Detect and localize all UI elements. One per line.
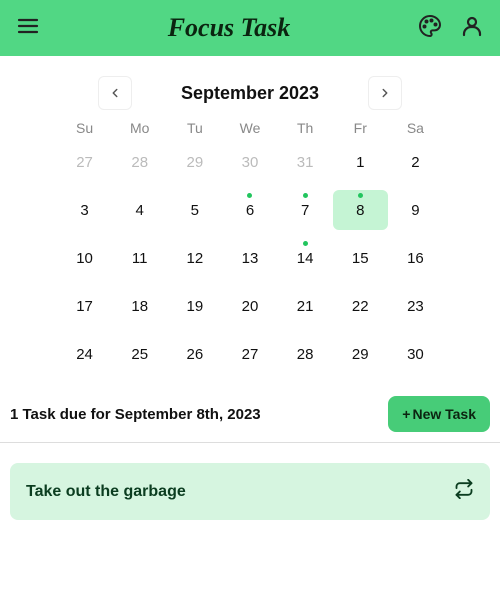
calendar-day[interactable]: 8 (333, 190, 388, 230)
plus-icon: + (402, 406, 410, 422)
calendar-day[interactable]: 7 (278, 190, 333, 230)
calendar-day[interactable]: 21 (278, 286, 333, 326)
calendar-day[interactable]: 5 (167, 190, 222, 230)
app-title: Focus Task (40, 13, 418, 43)
calendar-day[interactable]: 16 (388, 238, 443, 278)
calendar-day[interactable]: 27 (222, 334, 277, 374)
prev-month-button[interactable] (98, 76, 132, 110)
task-indicator-dot (303, 193, 308, 198)
weekday-label: Su (57, 120, 112, 136)
task-indicator-dot (303, 241, 308, 246)
task-list: Take out the garbage (0, 463, 500, 520)
calendar-day[interactable]: 1 (333, 142, 388, 182)
calendar-day[interactable]: 19 (167, 286, 222, 326)
calendar-day[interactable]: 23 (388, 286, 443, 326)
calendar-day[interactable]: 18 (112, 286, 167, 326)
calendar-day[interactable]: 22 (333, 286, 388, 326)
calendar-grid: 2728293031123456789101112131415161718192… (57, 142, 443, 374)
menu-icon[interactable] (16, 14, 40, 43)
weekday-label: Th (278, 120, 333, 136)
task-title: Take out the garbage (26, 483, 186, 501)
calendar-day[interactable]: 10 (57, 238, 112, 278)
calendar-day[interactable]: 2 (388, 142, 443, 182)
calendar-day[interactable]: 3 (57, 190, 112, 230)
calendar-day[interactable]: 14 (278, 238, 333, 278)
calendar-day[interactable]: 20 (222, 286, 277, 326)
task-indicator-dot (247, 193, 252, 198)
theme-icon[interactable] (418, 14, 442, 43)
weekday-label: We (222, 120, 277, 136)
calendar-day[interactable]: 30 (222, 142, 277, 182)
calendar: September 2023 SuMoTuWeThFrSa 2728293031… (57, 66, 443, 374)
calendar-day[interactable]: 15 (333, 238, 388, 278)
calendar-day[interactable]: 17 (57, 286, 112, 326)
calendar-day[interactable]: 29 (167, 142, 222, 182)
calendar-day[interactable]: 30 (388, 334, 443, 374)
calendar-day[interactable]: 12 (167, 238, 222, 278)
weekday-label: Tu (167, 120, 222, 136)
calendar-day[interactable]: 6 (222, 190, 277, 230)
calendar-day[interactable]: 31 (278, 142, 333, 182)
calendar-day[interactable]: 29 (333, 334, 388, 374)
calendar-day[interactable]: 28 (278, 334, 333, 374)
calendar-day[interactable]: 25 (112, 334, 167, 374)
calendar-day[interactable]: 13 (222, 238, 277, 278)
weekday-label: Mo (112, 120, 167, 136)
calendar-day[interactable]: 27 (57, 142, 112, 182)
calendar-day[interactable]: 24 (57, 334, 112, 374)
task-count-label: 1 Task due for September 8th, 2023 (10, 406, 261, 423)
calendar-day[interactable]: 11 (112, 238, 167, 278)
new-task-label: New Task (412, 406, 476, 422)
task-item[interactable]: Take out the garbage (10, 463, 490, 520)
month-label: September 2023 (150, 83, 350, 104)
task-indicator-dot (358, 193, 363, 198)
new-task-button[interactable]: + New Task (388, 396, 490, 432)
calendar-day[interactable]: 26 (167, 334, 222, 374)
weekday-label: Sa (388, 120, 443, 136)
calendar-day[interactable]: 9 (388, 190, 443, 230)
user-icon[interactable] (460, 14, 484, 43)
app-header: Focus Task (0, 0, 500, 56)
weekday-row: SuMoTuWeThFrSa (57, 120, 443, 136)
repeat-icon (454, 479, 474, 504)
task-header: 1 Task due for September 8th, 2023 + New… (0, 396, 500, 443)
calendar-day[interactable]: 4 (112, 190, 167, 230)
next-month-button[interactable] (368, 76, 402, 110)
weekday-label: Fr (333, 120, 388, 136)
calendar-day[interactable]: 28 (112, 142, 167, 182)
calendar-header: September 2023 (57, 76, 443, 110)
